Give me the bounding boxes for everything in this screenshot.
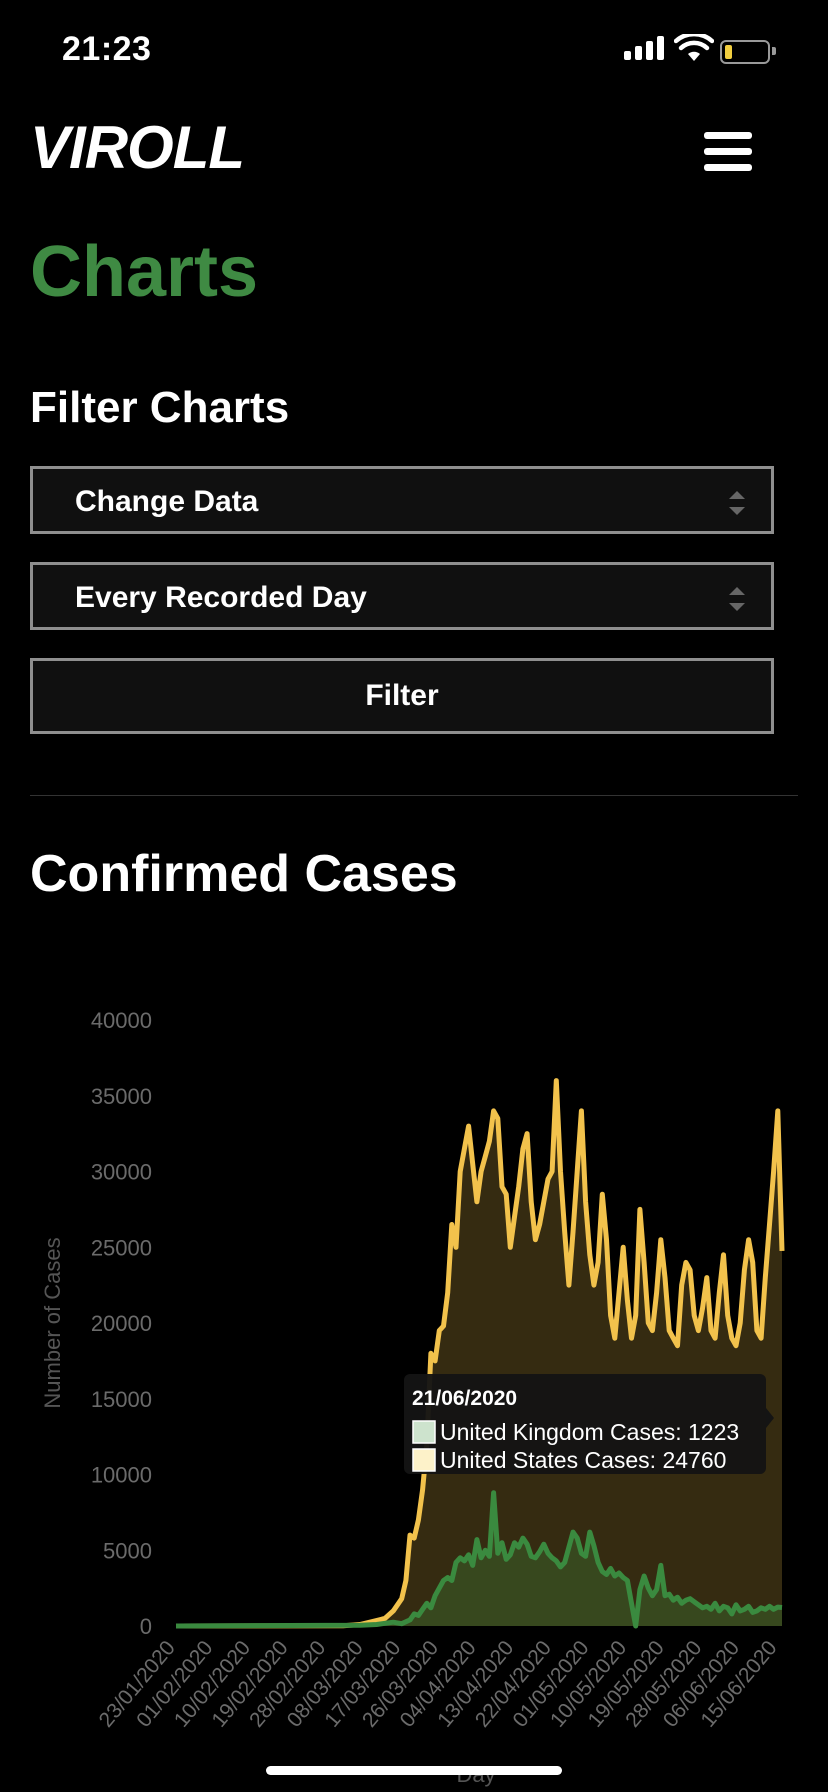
y-tick-label: 0: [140, 1614, 152, 1639]
status-time: 21:23: [62, 30, 152, 68]
y-axis-label: Number of Cases: [40, 1237, 65, 1408]
tooltip-uk-value: United Kingdom Cases: 1223: [440, 1419, 739, 1445]
filter-button[interactable]: Filter: [30, 658, 774, 734]
tooltip-us-swatch: [412, 1448, 436, 1472]
tooltip-date: 21/06/2020: [412, 1387, 517, 1410]
tooltip-us-value: United States Cases: 24760: [440, 1447, 726, 1473]
status-bar: 21:23: [0, 0, 828, 100]
status-icons: [624, 34, 794, 64]
change-data-select[interactable]: Change Data: [30, 466, 774, 534]
select-arrows-icon: [729, 587, 745, 611]
y-tick-label: 35000: [91, 1084, 152, 1109]
chart-tooltip: 21/06/2020 United Kingdom Cases: 1223 Un…: [404, 1374, 774, 1474]
change-data-select-label: Change Data: [75, 485, 259, 518]
y-tick-label: 40000: [91, 1008, 152, 1033]
wifi-icon: [674, 34, 714, 61]
cellular-signal-icon: [624, 34, 668, 64]
y-tick-label: 25000: [91, 1235, 152, 1260]
date-range-select-label: Every Recorded Day: [75, 581, 367, 614]
y-tick-label: 20000: [91, 1311, 152, 1336]
filter-heading: Filter Charts: [30, 383, 290, 432]
tooltip-uk-swatch: [412, 1420, 436, 1444]
section-divider: [30, 795, 798, 796]
confirmed-cases-chart[interactable]: 0 5000 10000 15000 20000 25000 30000 35000 40000…: [0, 990, 828, 1792]
page-title: Charts: [30, 232, 259, 312]
hamburger-menu-icon[interactable]: [704, 130, 756, 174]
battery-icon: [720, 40, 770, 64]
y-tick-label: 15000: [91, 1387, 152, 1412]
y-tick-label: 5000: [103, 1538, 152, 1563]
select-arrows-icon: [729, 491, 745, 515]
chart-heading: Confirmed Cases: [30, 845, 458, 903]
app-logo[interactable]: VIROLL: [30, 118, 245, 178]
y-tick-label: 10000: [91, 1463, 152, 1488]
home-indicator: [266, 1766, 562, 1775]
date-range-select[interactable]: Every Recorded Day: [30, 562, 774, 630]
y-tick-label: 30000: [91, 1160, 152, 1185]
